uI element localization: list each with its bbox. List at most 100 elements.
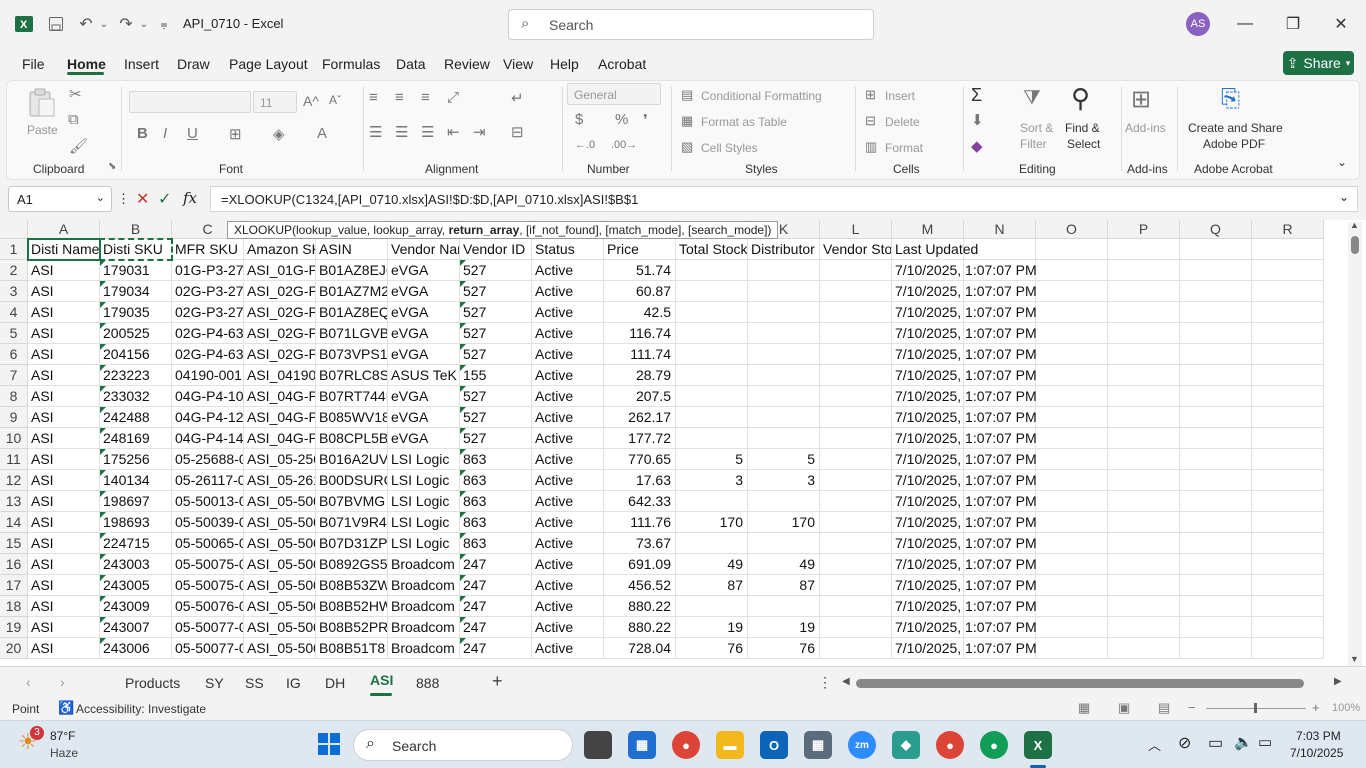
table-cell[interactable]: ASI bbox=[28, 365, 100, 386]
table-cell[interactable]: Active bbox=[532, 260, 604, 281]
paste-label[interactable]: Paste bbox=[27, 123, 58, 137]
align-middle-icon[interactable]: ≡ bbox=[395, 89, 404, 106]
table-cell[interactable]: Broadcom bbox=[388, 596, 460, 617]
table-cell[interactable]: 05-50077-0 bbox=[172, 638, 244, 659]
table-cell[interactable]: 87 bbox=[676, 575, 748, 596]
table-cell[interactable] bbox=[1036, 449, 1108, 470]
table-cell[interactable]: B08CPL5BI bbox=[316, 428, 388, 449]
table-cell[interactable] bbox=[748, 491, 820, 512]
table-cell[interactable] bbox=[1036, 470, 1108, 491]
vertical-scrollbar[interactable]: ▲ ▼ bbox=[1348, 220, 1362, 666]
row-header[interactable]: 19 bbox=[0, 617, 28, 638]
add-ins-icon[interactable]: ⊞ bbox=[1131, 85, 1151, 114]
table-cell[interactable] bbox=[748, 260, 820, 281]
table-cell[interactable]: LSI Logic bbox=[388, 512, 460, 533]
table-cell[interactable]: 7/10/2025, 1:07:07 PM bbox=[892, 554, 1037, 575]
file-explorer-icon[interactable]: ▬ bbox=[716, 731, 744, 759]
table-cell[interactable] bbox=[820, 302, 892, 323]
table-cell[interactable]: 05-50013-0 bbox=[172, 491, 244, 512]
tab-draw[interactable]: Draw bbox=[177, 56, 210, 72]
restore-button[interactable]: ❐ bbox=[1270, 8, 1316, 40]
italic-icon[interactable]: I bbox=[163, 125, 167, 142]
chrome-profile-2-icon[interactable]: ● bbox=[980, 731, 1008, 759]
table-cell[interactable]: B085WV18 bbox=[316, 407, 388, 428]
tab-help[interactable]: Help bbox=[550, 56, 579, 72]
table-cell[interactable]: ASI_05-500 bbox=[244, 596, 316, 617]
table-cell[interactable] bbox=[1108, 323, 1180, 344]
find-select-label-1[interactable]: Find & bbox=[1065, 121, 1100, 135]
table-cell[interactable] bbox=[1180, 407, 1252, 428]
table-cell[interactable] bbox=[820, 386, 892, 407]
scroll-left-icon[interactable]: ◀ bbox=[842, 676, 850, 687]
table-cell[interactable]: 7/10/2025, 1:07:07 PM bbox=[892, 596, 1037, 617]
font-color-icon[interactable]: A bbox=[317, 125, 327, 142]
name-box[interactable]: A1 ⌄ bbox=[8, 186, 112, 212]
table-cell[interactable] bbox=[676, 386, 748, 407]
header-cell[interactable]: Vendor ID bbox=[460, 239, 532, 260]
table-cell[interactable]: 7/10/2025, 1:07:07 PM bbox=[892, 533, 1037, 554]
column-header[interactable]: O bbox=[1036, 220, 1108, 239]
table-cell[interactable]: 140134 bbox=[100, 470, 172, 491]
task-view-icon[interactable] bbox=[584, 731, 612, 759]
table-cell[interactable]: ASI_05-500 bbox=[244, 554, 316, 575]
table-cell[interactable]: ASUS TeK bbox=[388, 365, 460, 386]
table-cell[interactable] bbox=[1036, 617, 1108, 638]
insert-cells-button[interactable]: Insert bbox=[885, 89, 915, 103]
table-cell[interactable]: 207.5 bbox=[604, 386, 676, 407]
row-header[interactable]: 8 bbox=[0, 386, 28, 407]
table-cell[interactable]: 247 bbox=[460, 575, 532, 596]
table-cell[interactable] bbox=[1180, 512, 1252, 533]
header-cell[interactable] bbox=[1108, 239, 1180, 260]
decrease-decimal-icon[interactable]: .00→ bbox=[611, 139, 637, 151]
table-cell[interactable]: ASI bbox=[28, 533, 100, 554]
table-cell[interactable]: Active bbox=[532, 575, 604, 596]
font-name-box[interactable] bbox=[129, 91, 251, 113]
table-cell[interactable] bbox=[1108, 386, 1180, 407]
customize-toolbar-icon[interactable]: ⩦ bbox=[152, 12, 176, 36]
table-cell[interactable]: ASI bbox=[28, 596, 100, 617]
table-cell[interactable]: Active bbox=[532, 449, 604, 470]
cell-styles-button[interactable]: Cell Styles bbox=[701, 141, 758, 155]
table-cell[interactable]: ASI bbox=[28, 575, 100, 596]
table-cell[interactable] bbox=[1252, 596, 1324, 617]
table-cell[interactable]: B08B53ZW bbox=[316, 575, 388, 596]
table-cell[interactable]: 198697 bbox=[100, 491, 172, 512]
table-cell[interactable]: 05-50065-0 bbox=[172, 533, 244, 554]
table-cell[interactable]: ASI_05-500 bbox=[244, 575, 316, 596]
header-cell[interactable] bbox=[1180, 239, 1252, 260]
table-cell[interactable]: 5 bbox=[676, 449, 748, 470]
normal-view-icon[interactable]: ▦ bbox=[1078, 700, 1090, 716]
zoom-level[interactable]: 100% bbox=[1332, 702, 1360, 714]
table-cell[interactable]: 05-50076-0 bbox=[172, 596, 244, 617]
table-cell[interactable]: Broadcom bbox=[388, 638, 460, 659]
table-cell[interactable] bbox=[1036, 428, 1108, 449]
table-cell[interactable]: 527 bbox=[460, 302, 532, 323]
table-cell[interactable]: 05-25688-0 bbox=[172, 449, 244, 470]
table-cell[interactable] bbox=[820, 491, 892, 512]
tab-review[interactable]: Review bbox=[444, 56, 490, 72]
sheet-tab-ig[interactable]: IG bbox=[286, 675, 301, 691]
weather-temp[interactable]: 87°F bbox=[50, 729, 75, 743]
table-cell[interactable]: 204156 bbox=[100, 344, 172, 365]
table-cell[interactable] bbox=[748, 407, 820, 428]
table-cell[interactable] bbox=[1108, 344, 1180, 365]
table-cell[interactable] bbox=[820, 407, 892, 428]
table-cell[interactable] bbox=[820, 260, 892, 281]
page-break-view-icon[interactable]: ▤ bbox=[1158, 700, 1170, 716]
table-cell[interactable]: 262.17 bbox=[604, 407, 676, 428]
table-cell[interactable]: 19 bbox=[676, 617, 748, 638]
add-sheet-icon[interactable]: + bbox=[492, 671, 503, 692]
align-left-icon[interactable]: ☰ bbox=[369, 123, 382, 141]
excel-taskbar-icon[interactable]: X bbox=[1024, 731, 1052, 759]
table-cell[interactable]: 247 bbox=[460, 638, 532, 659]
table-cell[interactable] bbox=[820, 344, 892, 365]
table-cell[interactable]: ASI_05-500 bbox=[244, 617, 316, 638]
accessibility-status[interactable]: Accessibility: Investigate bbox=[76, 702, 206, 716]
header-cell[interactable]: Status bbox=[532, 239, 604, 260]
spreadsheet-grid[interactable]: ABCDEFGHIJKLMNOPQR1Disti NameDisti SKUMF… bbox=[0, 220, 1366, 666]
font-size-box[interactable]: 11 bbox=[253, 91, 297, 113]
table-cell[interactable]: ASI bbox=[28, 323, 100, 344]
align-top-icon[interactable]: ≡ bbox=[369, 89, 378, 106]
table-cell[interactable] bbox=[676, 323, 748, 344]
table-cell[interactable]: ASI_05-500 bbox=[244, 533, 316, 554]
